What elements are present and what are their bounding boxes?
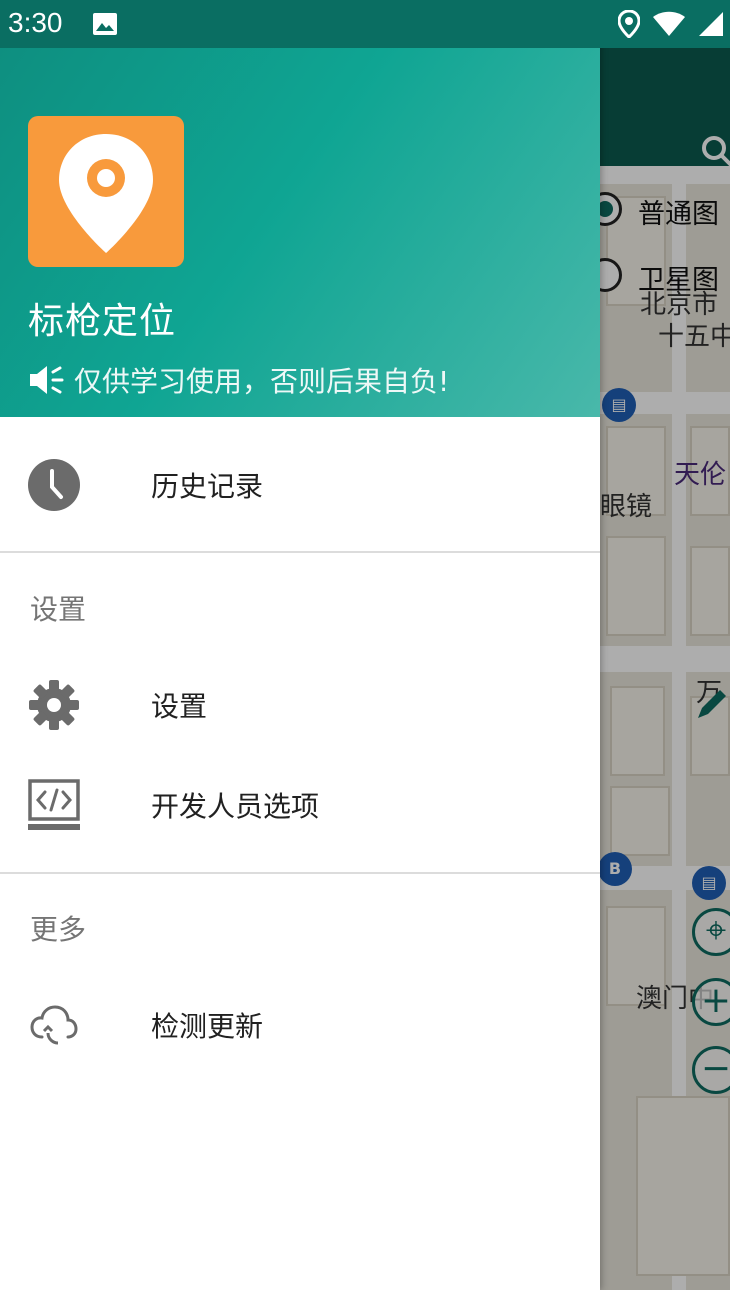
section-title-settings: 设置 [30, 593, 87, 626]
section-title-more: 更多 [30, 913, 87, 946]
navigation-drawer: 标枪定位 仅供学习使用，否则后果自负! 历史记录 设置 设置 开发人员选项 更多… [0, 0, 600, 1290]
map-pin-icon [59, 134, 153, 253]
menu-item-label: 设置 [151, 690, 208, 723]
menu-item-label: 开发人员选项 [151, 790, 320, 823]
signal-icon [699, 12, 723, 36]
notice-text: 仅供学习使用，否则后果自负! [74, 365, 450, 398]
status-bar: 3:30 [0, 0, 730, 48]
menu-item-label: 检测更新 [151, 1010, 264, 1043]
divider [0, 872, 600, 874]
menu-item-history[interactable]: 历史记录 [0, 440, 600, 530]
app-logo [28, 116, 184, 267]
app-name: 标枪定位 [28, 301, 177, 342]
code-icon [28, 779, 80, 831]
divider [0, 551, 600, 553]
menu-item-settings[interactable]: 设置 [0, 660, 600, 750]
notice-banner: 仅供学习使用，否则后果自负! [28, 360, 449, 400]
clock-icon [28, 459, 80, 511]
gear-icon [28, 679, 80, 731]
menu-item-developer-options[interactable]: 开发人员选项 [0, 760, 600, 850]
location-icon [618, 10, 640, 38]
menu-item-check-update[interactable]: 检测更新 [0, 980, 600, 1070]
image-icon [93, 13, 117, 35]
drawer-header: 标枪定位 仅供学习使用，否则后果自负! [0, 48, 600, 417]
cloud-sync-icon [28, 999, 80, 1051]
status-time: 3:30 [8, 7, 63, 38]
menu-item-label: 历史记录 [151, 470, 264, 503]
wifi-icon [653, 11, 685, 36]
speaker-icon [30, 366, 64, 394]
